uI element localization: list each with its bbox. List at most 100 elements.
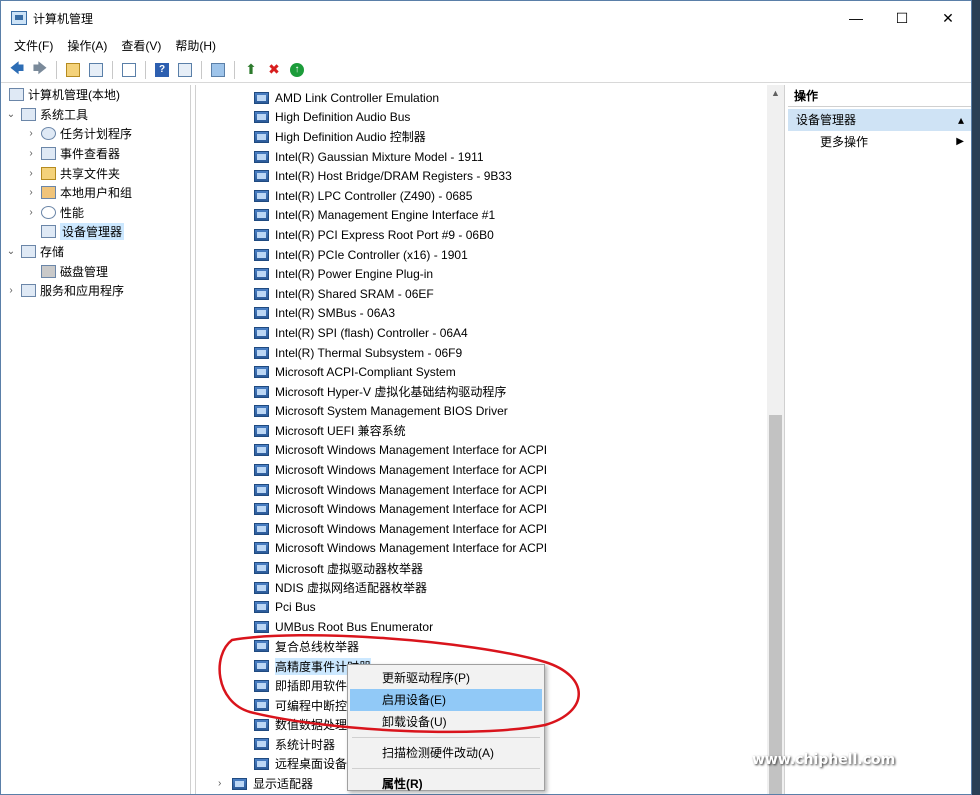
device-item[interactable]: Microsoft 虚拟驱动器枚举器 <box>196 558 784 578</box>
device-item[interactable]: Microsoft Windows Management Interface f… <box>196 499 784 519</box>
device-item[interactable]: Microsoft Hyper-V 虚拟化基础结构驱动程序 <box>196 382 784 402</box>
action-pane-icon[interactable] <box>175 60 195 80</box>
chevron-down-icon[interactable]: ⌄ <box>5 109 17 120</box>
device-item[interactable]: UMBus Root Bus Enumerator <box>196 617 784 637</box>
context-menu: 更新驱动程序(P) 启用设备(E) 卸载设备(U) 扫描检测硬件改动(A) 属性… <box>347 664 545 791</box>
show-hide-tree-icon[interactable] <box>86 60 106 80</box>
device-item[interactable]: Intel(R) PCIe Controller (x16) - 1901 <box>196 245 784 265</box>
scroll-up-arrow-icon[interactable]: ▲ <box>767 85 784 102</box>
minimize-button[interactable]: — <box>833 1 879 35</box>
device-label: Microsoft Windows Management Interface f… <box>275 443 548 458</box>
device-item[interactable]: Intel(R) SPI (flash) Controller - 06A4 <box>196 323 784 343</box>
tree-item-services-apps[interactable]: › 服务和应用程序 <box>1 281 190 301</box>
maximize-button[interactable]: ☐ <box>879 1 925 35</box>
tree-item-system-tools[interactable]: ⌄ 系统工具 <box>1 105 190 125</box>
device-item[interactable]: Microsoft System Management BIOS Driver <box>196 402 784 422</box>
menu-item-scan-hardware[interactable]: 扫描检测硬件改动(A) <box>350 742 542 764</box>
chevron-right-icon[interactable]: › <box>25 148 37 159</box>
tree-item-root[interactable]: 计算机管理(本地) <box>1 85 190 105</box>
tree-item-task-scheduler[interactable]: › 任务计划程序 <box>1 124 190 144</box>
device-item[interactable]: Pci Bus <box>196 597 784 617</box>
device-item[interactable]: Intel(R) Shared SRAM - 06EF <box>196 284 784 304</box>
device-item[interactable]: Intel(R) Gaussian Mixture Model - 1911 <box>196 147 784 167</box>
device-label: AMD Link Controller Emulation <box>275 90 440 105</box>
system-device-icon <box>254 307 269 320</box>
device-item[interactable]: Intel(R) PCI Express Root Port #9 - 06B0 <box>196 225 784 245</box>
tree-item-event-viewer[interactable]: › 事件查看器 <box>1 144 190 164</box>
menu-file[interactable]: 文件(F) <box>7 35 60 57</box>
update-driver-icon[interactable]: ⬆ <box>241 60 261 80</box>
scrollbar-thumb[interactable] <box>769 415 782 794</box>
chevron-right-icon[interactable]: › <box>25 207 37 218</box>
system-device-icon <box>254 464 269 477</box>
menu-item-update-driver[interactable]: 更新驱动程序(P) <box>350 667 542 689</box>
clock-icon <box>41 127 56 141</box>
device-item[interactable]: Microsoft ACPI-Compliant System <box>196 362 784 382</box>
device-item[interactable]: AMD Link Controller Emulation <box>196 88 784 108</box>
device-item[interactable]: Intel(R) LPC Controller (Z490) - 0685 <box>196 186 784 206</box>
monitor-icon[interactable] <box>208 60 228 80</box>
actions-section-device-manager[interactable]: 设备管理器 ▴ <box>788 109 971 131</box>
device-item[interactable]: Intel(R) Thermal Subsystem - 06F9 <box>196 343 784 363</box>
device-item[interactable]: Microsoft Windows Management Interface f… <box>196 441 784 461</box>
chevron-right-icon[interactable]: › <box>5 285 17 296</box>
device-item[interactable]: Microsoft Windows Management Interface f… <box>196 519 784 539</box>
system-device-icon <box>254 170 269 183</box>
forward-arrow-icon[interactable]: 🡆 <box>30 60 50 80</box>
users-icon <box>41 186 56 200</box>
device-item[interactable]: High Definition Audio Bus <box>196 108 784 128</box>
device-item[interactable]: Intel(R) SMBus - 06A3 <box>196 304 784 324</box>
chevron-right-icon[interactable]: › <box>25 168 37 179</box>
toolbar-separator <box>56 60 57 79</box>
menu-help[interactable]: 帮助(H) <box>168 35 223 57</box>
tree-item-shared-folders[interactable]: › 共享文件夹 <box>1 163 190 183</box>
disk-icon <box>41 264 56 278</box>
collapse-arrow-icon[interactable]: ▴ <box>958 109 964 131</box>
tree-item-performance[interactable]: › 性能 <box>1 203 190 223</box>
device-item[interactable]: Microsoft Windows Management Interface f… <box>196 539 784 559</box>
display-adapter-icon <box>232 777 247 790</box>
device-item[interactable]: Microsoft Windows Management Interface f… <box>196 480 784 500</box>
more-actions-item[interactable]: 更多操作 ▶ <box>788 131 971 153</box>
uninstall-x-icon[interactable]: ✖ <box>264 60 284 80</box>
menu-item-properties[interactable]: 属性(R) <box>350 773 542 795</box>
vertical-scrollbar[interactable]: ▲ <box>767 85 784 794</box>
device-item[interactable]: Microsoft Windows Management Interface f… <box>196 460 784 480</box>
help-icon[interactable]: ? <box>152 60 172 80</box>
tree-item-device-manager[interactable]: 设备管理器 <box>1 222 190 242</box>
device-label: 远程桌面设备 <box>275 757 348 772</box>
device-label: NDIS 虚拟网络适配器枚举器 <box>275 581 428 596</box>
device-item[interactable]: Intel(R) Management Engine Interface #1 <box>196 206 784 226</box>
system-device-icon <box>254 542 269 555</box>
menu-item-uninstall-device[interactable]: 卸载设备(U) <box>350 711 542 733</box>
device-item[interactable]: Intel(R) Host Bridge/DRAM Registers - 9B… <box>196 166 784 186</box>
chevron-right-icon[interactable]: › <box>25 128 37 139</box>
up-folder-icon[interactable] <box>63 60 83 80</box>
device-label: Microsoft 虚拟驱动器枚举器 <box>275 561 424 576</box>
tree-item-storage[interactable]: ⌄ 存储 <box>1 242 190 262</box>
close-button[interactable]: ✕ <box>925 1 971 35</box>
chevron-right-icon[interactable]: › <box>25 187 37 198</box>
device-item[interactable]: NDIS 虚拟网络适配器枚举器 <box>196 578 784 598</box>
device-label: 可编程中断控 <box>275 698 348 713</box>
system-device-icon <box>254 150 269 163</box>
menu-action[interactable]: 操作(A) <box>60 35 114 57</box>
chevron-down-icon[interactable]: ⌄ <box>5 246 17 257</box>
enable-device-icon[interactable]: ↑ <box>287 60 307 80</box>
tree-item-local-users[interactable]: › 本地用户和组 <box>1 183 190 203</box>
menu-item-enable-device[interactable]: 启用设备(E) <box>350 689 542 711</box>
properties-icon[interactable] <box>119 60 139 80</box>
device-label: 系统计时器 <box>275 737 336 752</box>
device-item[interactable]: Microsoft UEFI 兼容系统 <box>196 421 784 441</box>
device-item[interactable]: Intel(R) Power Engine Plug-in <box>196 264 784 284</box>
device-label: Microsoft UEFI 兼容系统 <box>275 424 406 439</box>
menu-view[interactable]: 查看(V) <box>114 35 168 57</box>
system-device-icon <box>254 366 269 379</box>
device-item[interactable]: High Definition Audio 控制器 <box>196 127 784 147</box>
back-arrow-icon[interactable]: 🡄 <box>7 60 27 80</box>
system-device-icon <box>254 757 269 770</box>
chevron-right-icon[interactable]: › <box>218 778 232 789</box>
tree-item-disk-management[interactable]: 磁盘管理 <box>1 261 190 281</box>
device-item[interactable]: 复合总线枚举器 <box>196 637 784 657</box>
system-device-icon <box>254 111 269 124</box>
